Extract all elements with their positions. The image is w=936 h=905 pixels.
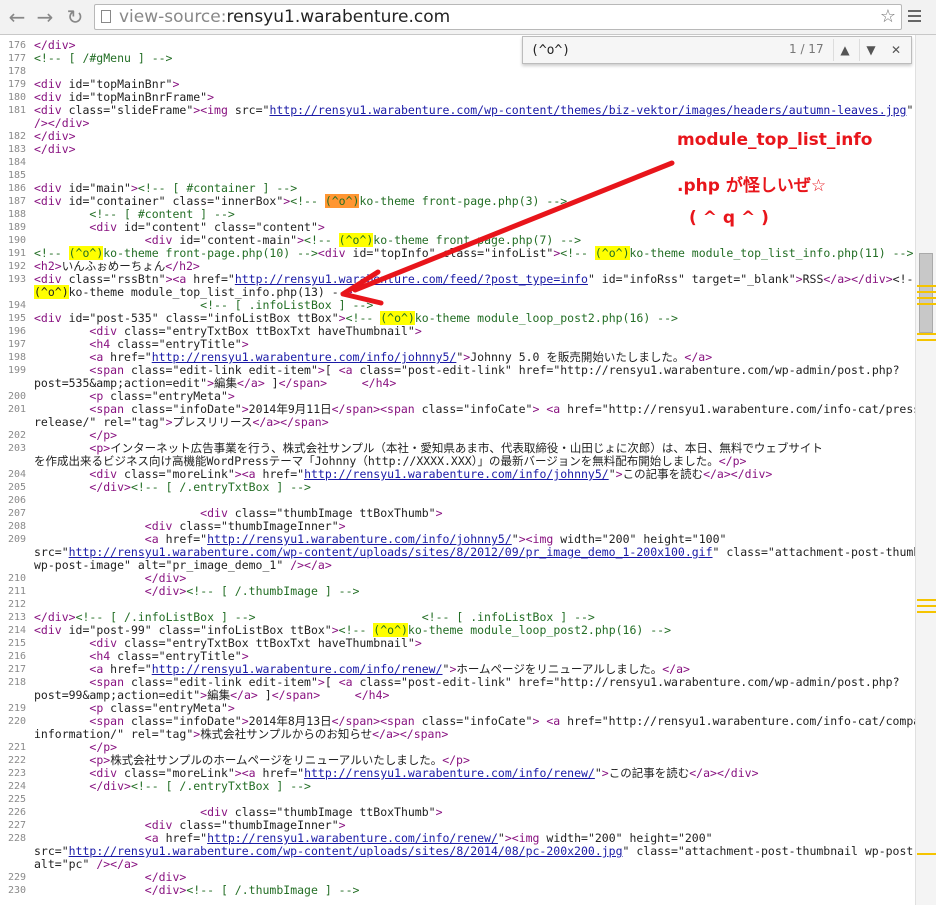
find-match-count: 1 / 17 [789,42,824,56]
find-previous-icon[interactable]: ▲ [833,39,856,61]
annotation-line-1: module_top_list_info [677,130,873,150]
find-close-icon[interactable]: ✕ [885,39,907,61]
annotation-line-3: ( ^ q ^ ) [689,208,769,228]
find-bar: 1 / 17 ▲ ▼ ✕ [522,36,912,64]
annotation-line-2: .php が怪しいぜ☆ [677,176,827,196]
find-next-icon[interactable]: ▼ [859,39,882,61]
